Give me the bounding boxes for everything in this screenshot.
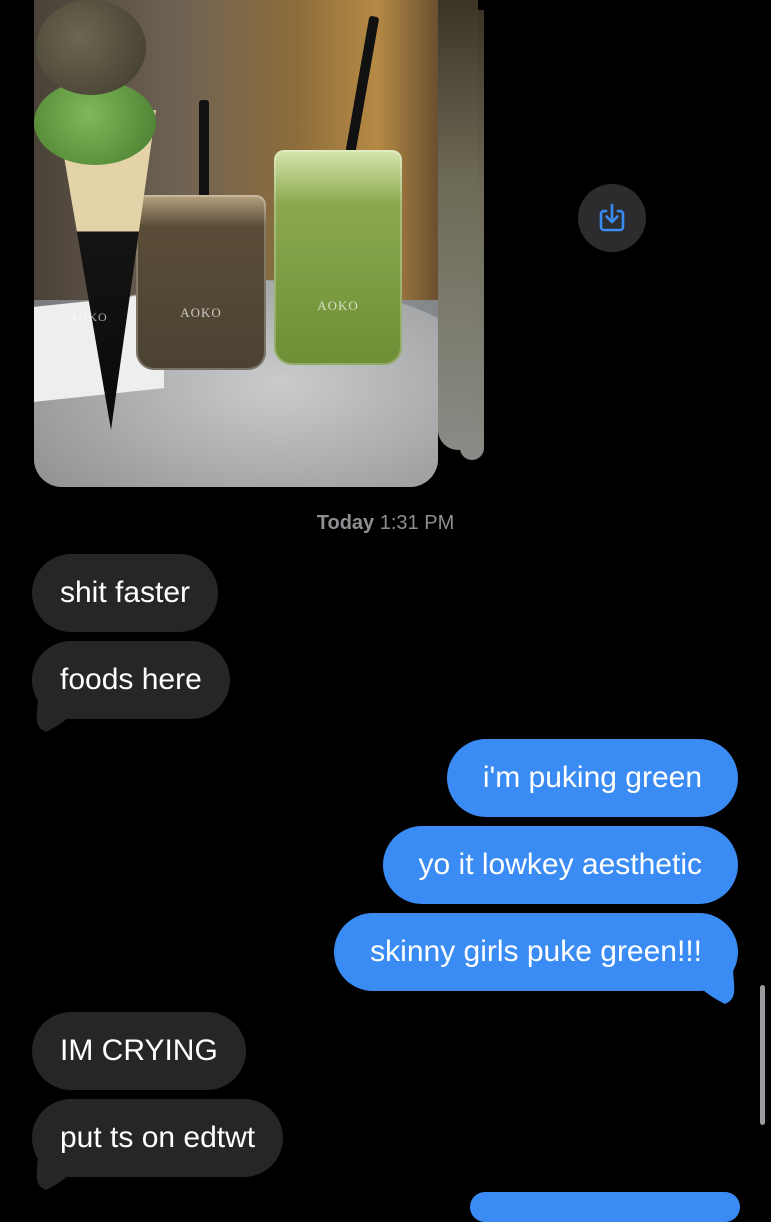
timestamp-time: 1:31 PM [379, 512, 455, 534]
outgoing-message-bubble[interactable]: yo it lowkey aesthetic [382, 826, 738, 904]
cup-brand-label: AOKO [317, 298, 359, 313]
message-text: shit faster [60, 576, 191, 609]
save-to-photos-button[interactable] [578, 184, 646, 252]
incoming-message-bubble[interactable]: IM CRYING [32, 1012, 246, 1090]
outgoing-message-bubble[interactable]: i'm puking green [446, 739, 738, 817]
outgoing-message-bubble-partial[interactable] [470, 1192, 740, 1222]
cone-brand-label: AOKO [69, 310, 108, 324]
timestamp-day: Today [316, 512, 375, 534]
photo-attachment[interactable]: AOKO AOKO AOKO [34, 0, 438, 487]
outgoing-message-bubble[interactable]: skinny girls puke green!!! [334, 913, 738, 991]
outgoing-bubble-tail [701, 966, 735, 1004]
scrollbar[interactable] [760, 985, 765, 1125]
message-text: IM CRYING [60, 1034, 218, 1067]
message-text: skinny girls puke green!!! [370, 935, 702, 968]
photo-cup-matcha: AOKO [274, 150, 402, 365]
photo-straw-dark [199, 100, 209, 210]
message-text: yo it lowkey aesthetic [418, 848, 702, 881]
message-text: put ts on edtwt [60, 1121, 256, 1154]
incoming-bubble-tail [36, 694, 70, 732]
incoming-bubble-tail [36, 1152, 70, 1190]
message-text: foods here [60, 663, 202, 696]
cup-brand-label: AOKO [180, 305, 222, 320]
stacked-photo-middle[interactable] [438, 0, 478, 450]
save-to-photos-icon [599, 203, 625, 232]
message-timestamp: Today 1:31 PM [0, 512, 771, 535]
message-text: i'm puking green [482, 761, 702, 794]
photo-attachment-stack[interactable]: AOKO AOKO AOKO [34, 0, 484, 487]
incoming-message-bubble[interactable]: shit faster [32, 554, 219, 632]
photo-scoop-hojicha [36, 0, 146, 95]
photo-cup-hojicha: AOKO [136, 195, 266, 370]
